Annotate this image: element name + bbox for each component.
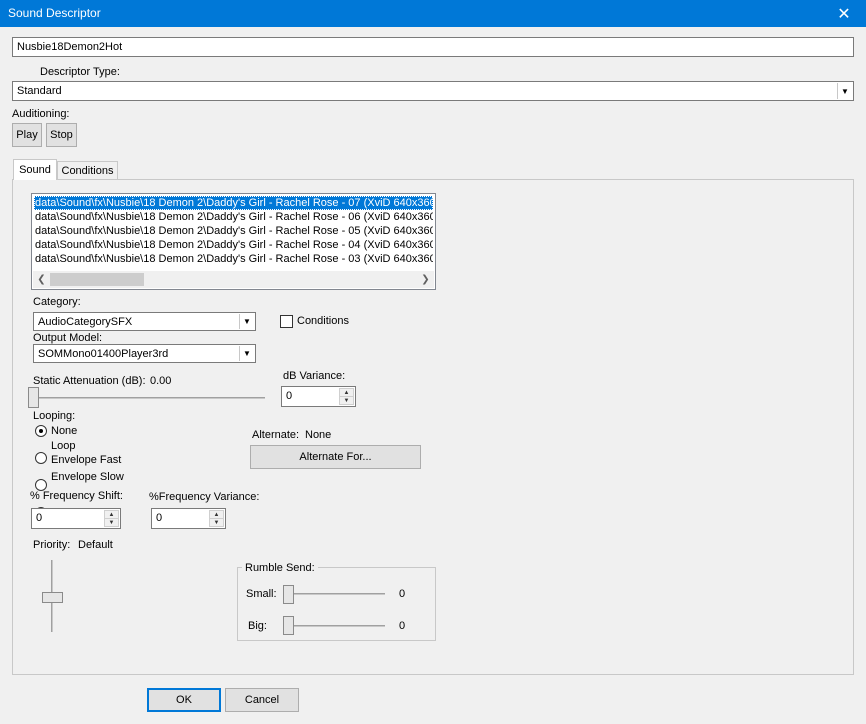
output-model-label: Output Model: <box>33 332 103 344</box>
frequency-shift-value: 0 <box>36 512 43 524</box>
list-item[interactable]: data\Sound\fx\Nusbie\18 Demon 2\Daddy's … <box>34 238 433 252</box>
rumble-big-slider-thumb[interactable] <box>283 616 294 635</box>
spin-down-icon[interactable]: ▼ <box>104 518 119 527</box>
rumble-big-label: Big: <box>248 620 267 632</box>
category-value: AudioCategorySFX <box>38 316 133 328</box>
frequency-variance-label: %Frequency Variance: <box>149 491 260 503</box>
alternate-for-button[interactable]: Alternate For... <box>250 445 421 469</box>
list-item[interactable]: data\Sound\fx\Nusbie\18 Demon 2\Daddy's … <box>34 252 433 266</box>
category-select[interactable]: AudioCategorySFX ▼ <box>33 312 256 331</box>
spin-down-icon[interactable]: ▼ <box>339 396 354 405</box>
frequency-variance-spinner[interactable]: 0 ▲ ▼ <box>151 508 226 529</box>
frequency-variance-value: 0 <box>156 512 163 524</box>
looping-none-label: None <box>51 425 78 437</box>
alternate-label: Alternate: <box>252 429 300 441</box>
chevron-down-icon[interactable]: ▼ <box>239 314 254 329</box>
tab-sound[interactable]: Sound <box>13 159 57 180</box>
output-model-select[interactable]: SOMMono01400Player3rd ▼ <box>33 344 256 363</box>
looping-none-radio[interactable] <box>35 425 47 437</box>
chevron-left-icon[interactable]: ❮ <box>33 271 50 288</box>
priority-label: Priority: <box>33 539 71 551</box>
db-variance-value: 0 <box>286 390 293 402</box>
play-button[interactable]: Play <box>12 123 42 147</box>
descriptor-type-value: Standard <box>17 85 62 97</box>
descriptor-type-label: Descriptor Type: <box>40 66 120 78</box>
rumble-send-label: Rumble Send: <box>242 562 318 574</box>
rumble-big-value: 0 <box>399 620 406 632</box>
priority-slider-thumb[interactable] <box>42 592 63 603</box>
list-item[interactable]: data\Sound\fx\Nusbie\18 Demon 2\Daddy's … <box>34 224 433 238</box>
output-model-value: SOMMono01400Player3rd <box>38 348 169 360</box>
looping-envelope-fast-label: Envelope Fast <box>51 454 122 466</box>
static-attenuation-label: Static Attenuation (dB): <box>33 375 146 387</box>
static-attenuation-track <box>33 397 265 399</box>
auditioning-label: Auditioning: <box>12 108 70 120</box>
static-attenuation-value: 0.00 <box>150 375 172 387</box>
title-bar: Sound Descriptor ✕ <box>0 0 866 27</box>
alternate-value: None <box>305 429 332 441</box>
chevron-right-icon[interactable]: ❯ <box>417 271 434 288</box>
frequency-shift-spinner[interactable]: 0 ▲ ▼ <box>31 508 121 529</box>
rumble-small-label: Small: <box>246 588 277 600</box>
conditions-checkbox-label: Conditions <box>297 315 349 327</box>
looping-loop-radio[interactable] <box>35 452 47 464</box>
ok-button[interactable]: OK <box>147 688 221 712</box>
looping-envelope-slow-label: Envelope Slow <box>51 471 124 483</box>
list-item[interactable]: data\Sound\fx\Nusbie\18 Demon 2\Daddy's … <box>34 210 433 224</box>
list-item[interactable]: data\Sound\fx\Nusbie\18 Demon 2\Daddy's … <box>34 196 433 210</box>
chevron-down-icon[interactable]: ▼ <box>239 346 254 361</box>
tab-conditions[interactable]: Conditions <box>57 161 118 179</box>
rumble-small-slider-thumb[interactable] <box>283 585 294 604</box>
db-variance-label: dB Variance: <box>283 370 346 382</box>
tab-conditions-label: Conditions <box>61 164 114 177</box>
db-variance-spinner[interactable]: 0 ▲ ▼ <box>281 386 356 407</box>
sound-file-list[interactable]: data\Sound\fx\Nusbie\18 Demon 2\Daddy's … <box>31 193 436 290</box>
stop-button[interactable]: Stop <box>46 123 77 147</box>
static-attenuation-slider-thumb[interactable] <box>28 387 39 408</box>
close-icon[interactable]: ✕ <box>822 0 866 27</box>
rumble-small-track <box>288 593 385 595</box>
category-label: Category: <box>33 296 81 308</box>
window-title: Sound Descriptor <box>8 6 101 20</box>
cancel-button[interactable]: Cancel <box>225 688 299 712</box>
rumble-small-value: 0 <box>399 588 406 600</box>
rumble-big-track <box>288 625 385 627</box>
conditions-checkbox[interactable] <box>280 315 293 328</box>
horizontal-scrollbar[interactable]: ❮ ❯ <box>33 271 434 288</box>
frequency-shift-label: % Frequency Shift: <box>30 490 123 502</box>
looping-label: Looping: <box>33 410 76 422</box>
looping-loop-label: Loop <box>51 440 76 452</box>
scrollbar-thumb[interactable] <box>50 273 144 286</box>
descriptor-type-select[interactable]: Standard ▼ <box>12 81 854 101</box>
priority-value: Default <box>78 539 113 551</box>
spin-down-icon[interactable]: ▼ <box>209 518 224 527</box>
tab-sound-label: Sound <box>19 164 51 176</box>
name-field[interactable]: Nusbie18Demon2Hot <box>12 37 854 57</box>
chevron-down-icon[interactable]: ▼ <box>837 83 852 99</box>
